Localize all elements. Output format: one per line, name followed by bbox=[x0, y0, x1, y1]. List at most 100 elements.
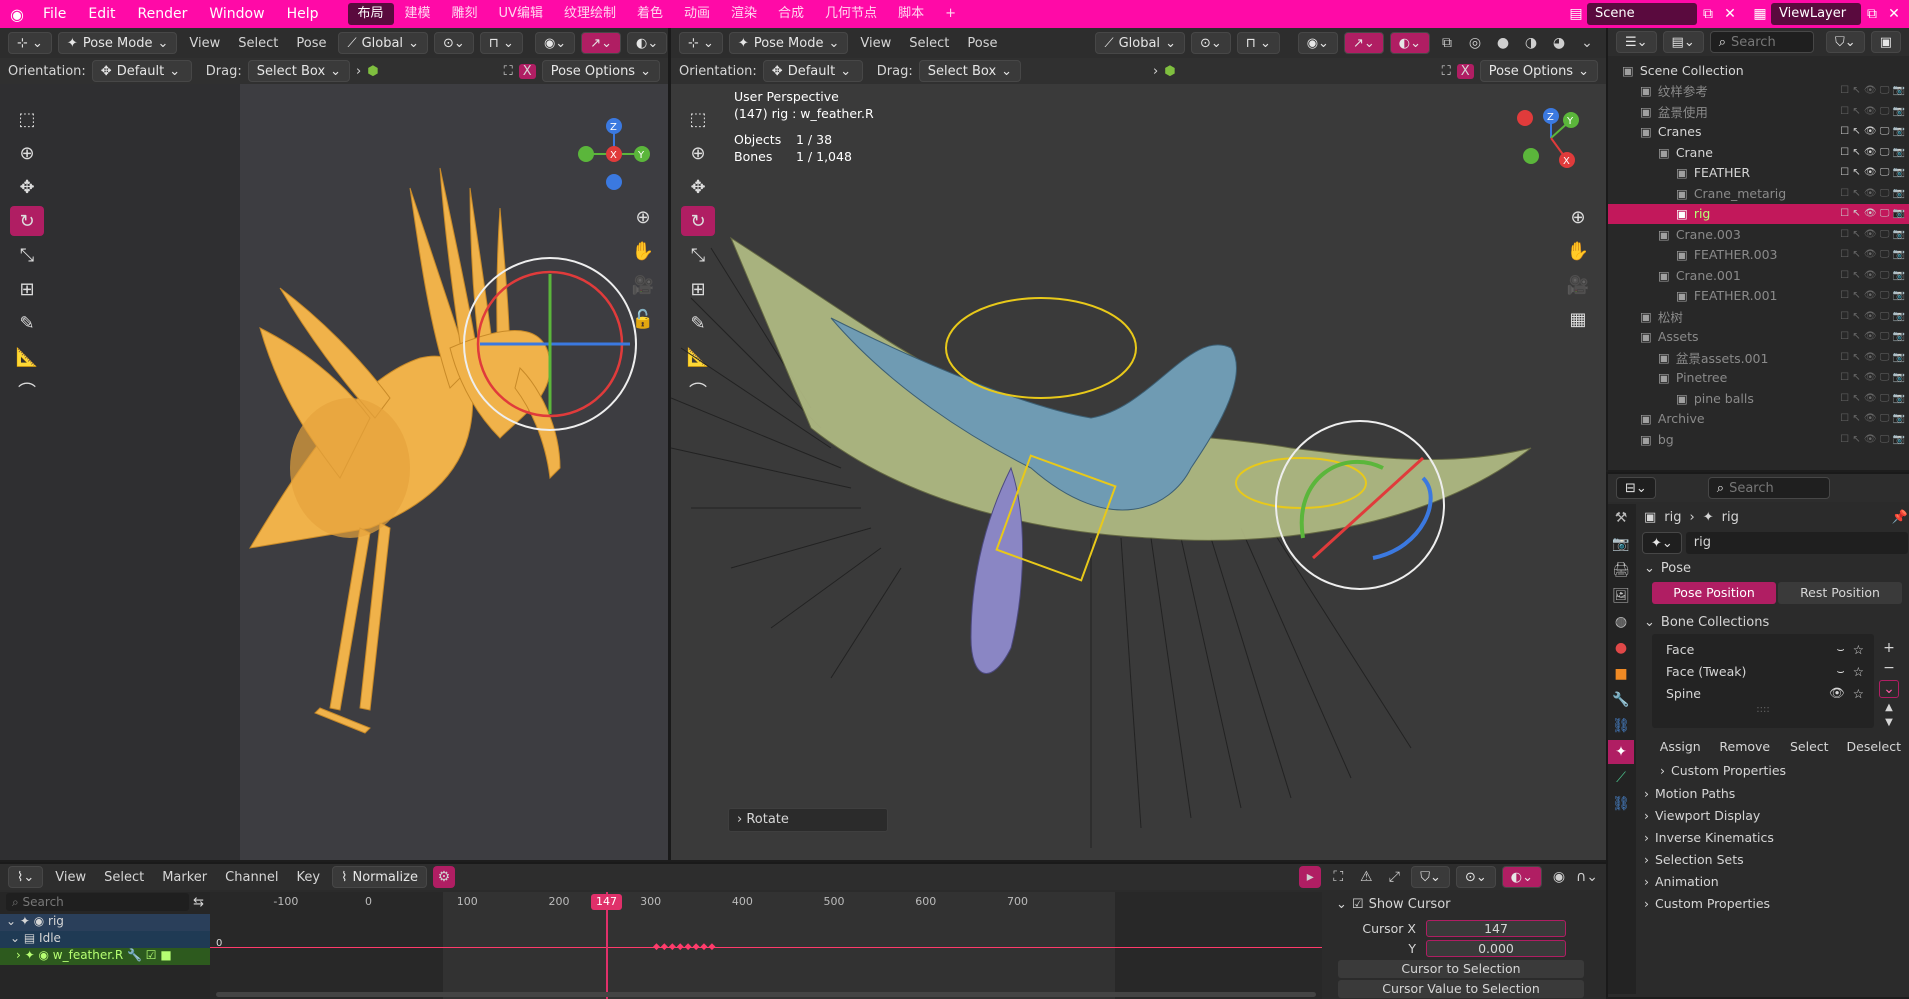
menu-edit[interactable]: Edit bbox=[77, 6, 126, 22]
workspace-tab-compositing[interactable]: 合成 bbox=[768, 3, 814, 25]
left-zoom-icon[interactable]: ⊕ bbox=[626, 202, 660, 232]
visibility-toggles-icon[interactable]: ☐ ↖ 👁 🖵 📷 bbox=[1840, 331, 1905, 342]
timeline-filter-icon[interactable]: ⛉⌄ bbox=[1411, 866, 1450, 888]
right-viewport[interactable]: ⊹ ⌄ ✦ Pose Mode ⌄ View Select Pose ⟋ Glo… bbox=[671, 28, 1606, 860]
visibility-toggles-icon[interactable]: ☐ ↖ 👁 🖵 📷 bbox=[1840, 167, 1905, 178]
outliner-row[interactable]: ▣ 盆景assets.001 ☐ ↖ 👁 🖵 📷 bbox=[1608, 347, 1909, 368]
solo-icon[interactable]: ⌣ bbox=[1837, 641, 1845, 657]
right-mode-dropdown[interactable]: ✦ Pose Mode ⌄ bbox=[728, 32, 849, 54]
left-transform-orientation[interactable]: ⟋ Global ⌄ bbox=[338, 32, 428, 54]
remove-button[interactable]: Remove bbox=[1715, 736, 1776, 758]
right-menu-select[interactable]: Select bbox=[903, 36, 955, 51]
scene-icon[interactable]: ▤ bbox=[1565, 3, 1587, 25]
left-visibility-icon[interactable]: ◉⌄ bbox=[534, 32, 576, 54]
pose-position-button[interactable]: Pose Position bbox=[1652, 582, 1776, 604]
outliner-row[interactable]: ▣ rig ☐ ↖ 👁 🖵 📷 bbox=[1608, 203, 1909, 224]
right-editor-type-icon[interactable]: ⊹ ⌄ bbox=[679, 32, 723, 54]
xray-icon[interactable]: ⧉ bbox=[1436, 32, 1458, 54]
rest-position-button[interactable]: Rest Position bbox=[1778, 582, 1902, 604]
pin-icon[interactable]: 📌 bbox=[1892, 510, 1908, 525]
left-menu-pose[interactable]: Pose bbox=[290, 36, 332, 51]
channel-search-input[interactable]: ⌕ Search bbox=[6, 893, 190, 911]
bone-collection-row[interactable]: Spine 👁 ☆ bbox=[1652, 682, 1874, 704]
workspace-tab-modeling[interactable]: 建模 bbox=[395, 3, 441, 25]
new-view-layer-icon[interactable]: ⧉ bbox=[1861, 3, 1883, 25]
visibility-toggles-icon[interactable]: ☐ ↖ 👁 🖵 📷 bbox=[1840, 229, 1905, 240]
render-tab-icon[interactable]: 📷 bbox=[1608, 532, 1634, 556]
outliner-row[interactable]: ▣ Archive ☐ ↖ 👁 🖵 📷 bbox=[1608, 409, 1909, 430]
workspace-tab-texture-paint[interactable]: 纹理绘制 bbox=[554, 3, 626, 25]
falloff-icon[interactable]: ∩⌄ bbox=[1576, 866, 1598, 888]
outliner-row[interactable]: ▣ pine balls ☐ ↖ 👁 🖵 📷 bbox=[1608, 388, 1909, 409]
left-snap-icon[interactable]: ⊓ ⌄ bbox=[479, 32, 523, 54]
playhead-frame[interactable]: 147 bbox=[591, 894, 622, 910]
remove-collection-icon[interactable]: − bbox=[1883, 660, 1895, 676]
right-pivot-icon[interactable]: ⊙⌄ bbox=[1190, 32, 1231, 54]
armature-datablock-icon[interactable]: ✦⌄ bbox=[1642, 532, 1682, 554]
custom-properties-subpanel[interactable]: › Custom Properties bbox=[1638, 758, 1908, 782]
right-cursor-tool-icon[interactable]: ⊕ bbox=[681, 138, 715, 168]
outliner-new-collection-icon[interactable]: ▣ bbox=[1870, 31, 1901, 53]
properties-panel-header[interactable]: › Motion Paths bbox=[1638, 782, 1908, 804]
right-move-tool-icon[interactable]: ✥ bbox=[681, 172, 715, 202]
visibility-toggles-icon[interactable]: ☐ ↖ 👁 🖵 📷 bbox=[1840, 147, 1905, 158]
workspace-tab-geometry-nodes[interactable]: 几何节点 bbox=[815, 3, 887, 25]
outliner-row[interactable]: ▣ Crane.001 ☐ ↖ 👁 🖵 📷 bbox=[1608, 265, 1909, 286]
outliner-row[interactable]: ▣ Crane.003 ☐ ↖ 👁 🖵 📷 bbox=[1608, 224, 1909, 245]
right-pan-icon[interactable]: ✋ bbox=[1561, 236, 1595, 266]
outliner-row[interactable]: ▣ 纹样参考 ☐ ↖ 👁 🖵 📷 bbox=[1608, 81, 1909, 102]
add-collection-icon[interactable]: + bbox=[1883, 640, 1895, 656]
left-menu-view[interactable]: View bbox=[183, 36, 226, 51]
right-menu-pose[interactable]: Pose bbox=[961, 36, 1003, 51]
cursor-value-to-selection-button[interactable]: Cursor Value to Selection bbox=[1338, 980, 1584, 998]
visibility-toggles-icon[interactable]: ☐ ↖ 👁 🖵 📷 bbox=[1840, 393, 1905, 404]
move-down-icon[interactable]: ▼ bbox=[1885, 717, 1893, 728]
properties-panel-header[interactable]: › Animation bbox=[1638, 870, 1908, 892]
right-zoom-icon[interactable]: ⊕ bbox=[1561, 202, 1595, 232]
outliner-display-mode-icon[interactable]: ▤⌄ bbox=[1662, 31, 1704, 53]
outliner-row[interactable]: ▣ Assets ☐ ↖ 👁 🖵 📷 bbox=[1608, 327, 1909, 348]
view-layer-icon[interactable]: ▦ bbox=[1749, 3, 1771, 25]
timeline-menu-select[interactable]: Select bbox=[98, 870, 150, 885]
errors-icon[interactable]: ⚠ bbox=[1355, 866, 1377, 888]
bone-collection-row[interactable]: Face (Tweak) ⌣ ☆ bbox=[1652, 660, 1874, 682]
timeline-menu-marker[interactable]: Marker bbox=[156, 870, 213, 885]
outliner-row[interactable]: ▣ 盆景使用 ☐ ↖ 👁 🖵 📷 bbox=[1608, 101, 1909, 122]
annotate-tool-icon[interactable]: ✎ bbox=[10, 308, 44, 338]
armature-data-tab-icon[interactable]: ✦ bbox=[1608, 740, 1634, 764]
menu-help[interactable]: Help bbox=[276, 6, 330, 22]
view-layer-field[interactable]: ViewLayer bbox=[1771, 3, 1861, 25]
cursor-x-field[interactable]: 147 bbox=[1426, 919, 1566, 937]
right-pose-options-dropdown[interactable]: Pose Options ⌄ bbox=[1479, 60, 1598, 82]
outliner-filter-icon[interactable]: ⛉⌄ bbox=[1826, 31, 1865, 53]
properties-panel-header[interactable]: › Selection Sets bbox=[1638, 848, 1908, 870]
left-menu-select[interactable]: Select bbox=[232, 36, 284, 51]
left-orientation-dropdown[interactable]: ✥ Default ⌄ bbox=[91, 60, 192, 82]
right-x-mirror-icon[interactable]: X bbox=[1456, 63, 1474, 79]
timeline-menu-view[interactable]: View bbox=[49, 870, 92, 885]
right-select-box-tool-icon[interactable]: ⬚ bbox=[681, 104, 715, 134]
right-options-arrow-icon[interactable]: › bbox=[1153, 64, 1158, 79]
outliner-editor-type-icon[interactable]: ☰⌄ bbox=[1616, 31, 1657, 53]
right-ortho-icon[interactable]: ▦ bbox=[1561, 304, 1595, 334]
timeline-menu-channel[interactable]: Channel bbox=[219, 870, 284, 885]
shading-options-icon[interactable]: ⌄ bbox=[1576, 32, 1598, 54]
right-visibility-icon[interactable]: ◉⌄ bbox=[1297, 32, 1338, 54]
show-cursor-row[interactable]: ⌄ ☑ Show Cursor bbox=[1322, 892, 1606, 916]
rotate-tool-icon[interactable]: ↻ bbox=[10, 206, 44, 236]
outliner-row[interactable]: ▣ FEATHER ☐ ↖ 👁 🖵 📷 bbox=[1608, 163, 1909, 184]
right-snap-icon[interactable]: ⊓ ⌄ bbox=[1236, 32, 1280, 54]
left-x-mirror-icon[interactable]: X bbox=[518, 63, 536, 79]
visibility-toggles-icon[interactable]: ☐ ↖ 👁 🖵 📷 bbox=[1840, 434, 1905, 445]
left-drag-dropdown[interactable]: Select Box ⌄ bbox=[247, 60, 351, 82]
visibility-toggles-icon[interactable]: ☐ ↖ 👁 🖵 📷 bbox=[1840, 413, 1905, 424]
view-layer-tab-icon[interactable]: 🖼 bbox=[1608, 584, 1634, 608]
delete-scene-icon[interactable]: ✕ bbox=[1719, 3, 1741, 25]
star-icon[interactable]: ☆ bbox=[1853, 686, 1864, 701]
graph-area[interactable]: -100 0 100 200 300 400 500 600 700 ◆◆◆◆◆◆◆◆ 0 14… bbox=[210, 892, 1322, 999]
normalize-toggle[interactable]: ⌇ Normalize bbox=[332, 866, 427, 888]
left-gizmo-icon[interactable]: ↗⌄ bbox=[581, 32, 621, 54]
visibility-toggles-icon[interactable]: ☐ ↖ 👁 🖵 📷 bbox=[1840, 85, 1905, 96]
blender-logo-icon[interactable]: ◉ bbox=[0, 5, 32, 24]
scene-tab-icon[interactable]: ◍ bbox=[1608, 610, 1634, 634]
